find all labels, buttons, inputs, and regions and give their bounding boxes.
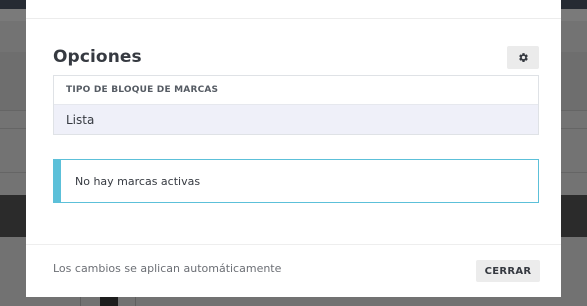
alert-message: No hay marcas activas xyxy=(75,174,201,188)
options-modal: Opciones TIPO DE BLOQUE DE MARCAS Lista … xyxy=(26,0,561,297)
settings-button[interactable] xyxy=(507,46,539,69)
modal-title: Opciones xyxy=(53,47,142,67)
modal-footer-divider xyxy=(26,244,561,245)
info-alert: No hay marcas activas xyxy=(53,159,539,203)
footer-note: Los cambios se aplican automáticamente xyxy=(53,262,282,275)
close-button[interactable]: CERRAR xyxy=(476,260,540,282)
block-type-option-selected[interactable]: Lista xyxy=(54,104,538,134)
block-type-header: TIPO DE BLOQUE DE MARCAS xyxy=(66,85,219,95)
gear-icon xyxy=(518,53,528,62)
block-type-panel: TIPO DE BLOQUE DE MARCAS Lista xyxy=(53,75,539,135)
modal-top-divider xyxy=(26,18,561,19)
